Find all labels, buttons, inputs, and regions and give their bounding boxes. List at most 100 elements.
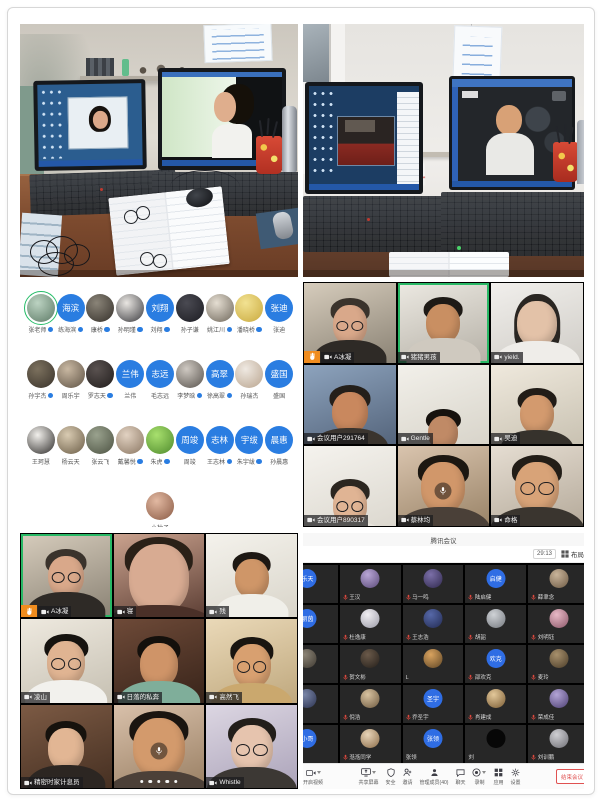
group-member[interactable]: 晨惠 孙晨惠	[264, 426, 294, 466]
member-name: 李梦晗	[177, 391, 195, 400]
mic-overlay-button[interactable]	[150, 743, 167, 760]
group-member[interactable]: 小柚子	[145, 492, 175, 527]
video-tile[interactable]: 吴迪	[491, 365, 583, 445]
video-tile[interactable]: 蔡林均	[398, 446, 490, 526]
video-tile[interactable]: yield.	[491, 283, 583, 363]
meeting-window-title: 腾讯会议	[303, 533, 584, 546]
video-controls-dots[interactable]	[140, 780, 178, 784]
group-member[interactable]: 张迪 张迪	[264, 294, 294, 334]
participant-avatar	[549, 569, 568, 588]
video-tile[interactable]: 寝	[114, 534, 205, 617]
toolbar-record-button[interactable]: 录制	[472, 768, 486, 786]
meeting-participant-tile[interactable]: 薛聿念	[528, 565, 584, 603]
meeting-participant-tile[interactable]: 王汉	[340, 565, 401, 603]
group-member[interactable]: 志林 王志林	[205, 426, 235, 466]
group-member[interactable]: 志远 毛志远	[145, 360, 175, 400]
meeting-participant-tile[interactable]: 肖建成	[465, 685, 526, 723]
video-tile[interactable]: 日落的私奔	[114, 619, 205, 702]
meeting-participant-tile[interactable]: 张领 张领	[403, 725, 464, 763]
group-member[interactable]: 罗志天	[86, 360, 116, 400]
group-member[interactable]: 周竣 周竣	[175, 426, 205, 466]
toolbar-share-button[interactable]: 共享屏幕	[359, 768, 379, 786]
laptop-keyboard	[303, 196, 443, 252]
group-member[interactable]: 王珂慧	[26, 426, 56, 466]
meeting-participant-tile[interactable]: 圣宇 乔圣宇	[403, 685, 464, 723]
video-tile[interactable]	[114, 705, 205, 788]
group-member[interactable]: 高翠 徐高翠	[205, 360, 235, 400]
video-tile[interactable]: 命格	[491, 446, 583, 526]
group-member[interactable]: 孙瑞杰	[234, 360, 264, 400]
video-tile[interactable]: 精密时家计息员	[21, 705, 112, 788]
meeting-participant-tile[interactable]: 刘明钰	[528, 605, 584, 643]
group-member[interactable]: 姚江川	[205, 294, 235, 334]
video-tile[interactable]: 残	[206, 534, 297, 617]
group-member[interactable]: 朱虎	[145, 426, 175, 466]
meeting-participant-tile[interactable]: 王志浩	[403, 605, 464, 643]
toolbar-apps-button[interactable]: 应用	[493, 768, 503, 786]
meeting-participant-tile[interactable]: 胡韶	[465, 605, 526, 643]
group-member[interactable]: 康桥	[86, 294, 116, 334]
muted-mic-icon	[468, 674, 473, 681]
toolbar-members-button[interactable]: 管理成员(40)	[420, 768, 449, 786]
thermos-bottle	[282, 106, 297, 172]
pen-cup	[256, 136, 282, 174]
toolbar-camera-button[interactable]: 开启视频	[303, 768, 323, 786]
meeting-participant-tile[interactable]: 欢克 邵欢克	[465, 645, 526, 683]
group-member[interactable]: 戴馨悦	[115, 426, 145, 466]
group-member[interactable]: 刘翔 刘翔	[145, 294, 175, 334]
meeting-participant-tile[interactable]	[303, 685, 338, 723]
video-tile[interactable]: A冰凝	[304, 283, 396, 363]
student-face	[214, 92, 236, 122]
meeting-participant-tile[interactable]: 小哥	[303, 725, 338, 763]
video-tile[interactable]: 会议用户890317	[304, 446, 396, 526]
meeting-participant-tile[interactable]: 刘训鹏	[528, 725, 584, 763]
member-badge-icon	[137, 327, 143, 333]
meeting-participant-tile[interactable]: L	[403, 645, 464, 683]
meeting-participant-tile[interactable]	[303, 645, 338, 683]
video-tile[interactable]: Gentle	[398, 365, 490, 445]
meeting-participant-tile[interactable]: 荣成佳	[528, 685, 584, 723]
group-member[interactable]: 周乐宇	[56, 360, 86, 400]
toolbar-settings-button[interactable]: 设置	[510, 768, 520, 786]
group-member[interactable]: 孙子谦	[175, 294, 205, 334]
group-member[interactable]: 盛国 盛国	[264, 360, 294, 400]
group-member[interactable]: 张老师	[26, 294, 56, 334]
layout-button[interactable]: 布局	[561, 549, 584, 559]
video-grid: A冰凝 寝	[20, 533, 298, 789]
group-member[interactable]: 海滨 练海滨	[56, 294, 86, 334]
meeting-participant-tile[interactable]: 乐天	[303, 565, 338, 603]
toolbar-invite-button[interactable]: 邀请	[403, 768, 413, 786]
group-member[interactable]: 宇绂 朱宇绂	[234, 426, 264, 466]
member-name: 孙瑞杰	[240, 391, 258, 400]
meeting-participant-tile[interactable]: 湉湉同学	[340, 725, 401, 763]
toolbar-security-button[interactable]: 安全	[386, 768, 396, 786]
group-member[interactable]: 孙明瑾	[115, 294, 145, 334]
meeting-participant-tile[interactable]: 启健 陆启健	[465, 565, 526, 603]
group-member[interactable]: 孙宇杰	[26, 360, 56, 400]
meeting-participant-tile[interactable]: 杜逸康	[340, 605, 401, 643]
toolbar-chat-button[interactable]: 聊天	[455, 768, 465, 786]
mic-overlay-button[interactable]	[435, 482, 452, 499]
group-member[interactable]: 兰伟 兰伟	[115, 360, 145, 400]
video-tile[interactable]: 凌山	[21, 619, 112, 702]
tile-name-label: 猪猪男孩	[398, 352, 440, 363]
member-badge-icon	[256, 459, 262, 465]
meeting-participant-tile[interactable]: 马一鸣	[403, 565, 464, 603]
meeting-participant-tile[interactable]: 麦玲	[528, 645, 584, 683]
meeting-participant-tile[interactable]: 丽茵	[303, 605, 338, 643]
member-badge-icon	[107, 393, 113, 399]
group-member[interactable]: 李梦晗	[175, 360, 205, 400]
group-member[interactable]: 杨云天	[56, 426, 86, 466]
group-member[interactable]: 潘晓桥	[234, 294, 264, 334]
meeting-participant-tile[interactable]: 倪浩	[340, 685, 401, 723]
video-tile[interactable]: A冰凝	[21, 534, 112, 617]
video-tile[interactable]: 会议用户291764	[304, 365, 396, 445]
video-tile[interactable]: 高然飞	[206, 619, 297, 702]
video-tile[interactable]: Whistle	[206, 705, 297, 788]
end-meeting-button[interactable]: 结束会议	[556, 769, 584, 784]
group-member[interactable]: 张云飞	[86, 426, 116, 466]
meeting-participant-tile[interactable]: 刘	[465, 725, 526, 763]
video-tile[interactable]: 猪猪男孩	[398, 283, 490, 363]
meeting-participant-tile[interactable]: 贺文彬	[340, 645, 401, 683]
member-avatar	[86, 360, 114, 388]
